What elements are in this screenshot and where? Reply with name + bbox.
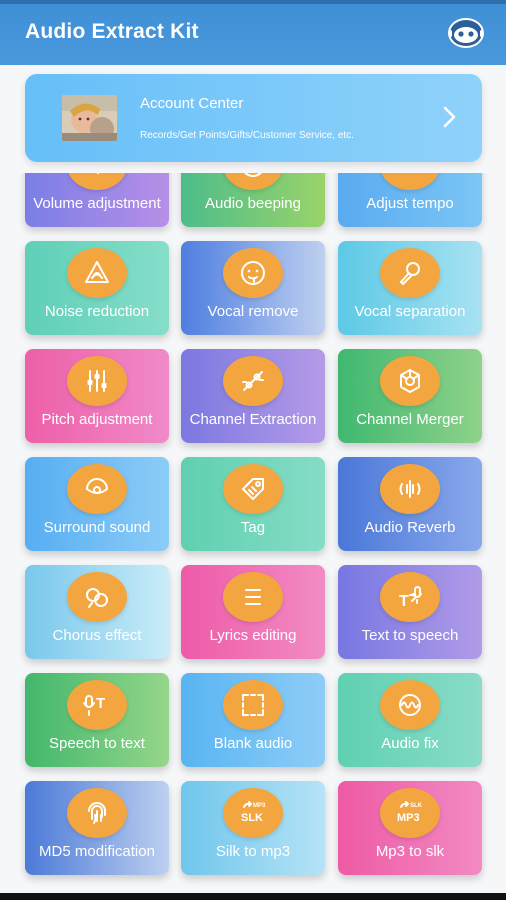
account-center-card[interactable]: Account Center Records/Get Points/Gifts/… — [25, 74, 482, 162]
tool-tile-blank-audio[interactable]: Blank audio — [181, 673, 325, 767]
tool-tile-label: Chorus effect — [52, 627, 142, 644]
app-title: Audio Extract Kit — [25, 20, 199, 43]
tool-tile-channel-extraction[interactable]: Channel Extraction — [181, 349, 325, 443]
channel-merge-icon — [380, 356, 440, 406]
tool-tile-label: Text to speech — [361, 627, 459, 644]
system-nav-bar — [0, 893, 506, 900]
tool-tile-volume-adjustment[interactable]: Volume adjustment — [25, 173, 169, 227]
svg-text:SLK: SLK — [241, 812, 263, 824]
svg-text:MP3: MP3 — [397, 812, 420, 824]
tool-tile-lyrics-editing[interactable]: Lyrics editing — [181, 565, 325, 659]
tools-grid-viewport[interactable]: Volume adjustment Audio beeping Adjust tem… — [0, 173, 506, 893]
sliders-icon — [67, 356, 127, 406]
channel-extract-icon — [223, 356, 283, 406]
beep-face-icon — [223, 173, 283, 190]
tool-tile-label: Audio beeping — [205, 195, 301, 212]
tool-tile-label: Adjust tempo — [366, 195, 454, 212]
tool-tile-label: Channel Extraction — [189, 411, 317, 428]
chevron-right-icon — [443, 106, 457, 128]
tool-tile-channel-merger[interactable]: Channel Merger — [338, 349, 482, 443]
tool-tile-label: Audio Reverb — [364, 519, 456, 536]
tool-tile-surround-sound[interactable]: Surround sound — [25, 457, 169, 551]
account-center-subtitle: Records/Get Points/Gifts/Customer Servic… — [140, 130, 354, 141]
noise-warning-icon — [67, 248, 127, 298]
tool-tile-label: Speech to text — [49, 735, 145, 752]
tool-tile-label: MD5 modification — [39, 843, 155, 860]
tool-tile-vocal-remove[interactable]: Vocal remove — [181, 241, 325, 335]
tool-tile-noise-reduction[interactable]: Noise reduction — [25, 241, 169, 335]
speech-to-text-icon: T — [67, 680, 127, 730]
tool-tile-adjust-tempo[interactable]: Adjust tempo — [338, 173, 482, 227]
silk-to-mp3-icon: MP3 SLK — [223, 788, 283, 838]
text-to-speech-icon: T — [380, 572, 440, 622]
lyrics-icon — [223, 572, 283, 622]
tool-tile-label: Channel Merger — [356, 411, 464, 428]
tool-tile-chorus-effect[interactable]: Chorus effect — [25, 565, 169, 659]
avatar — [62, 95, 117, 141]
tool-tile-label: Surround sound — [43, 519, 151, 536]
tool-tile-label: Tag — [240, 519, 266, 536]
tool-tile-audio-reverb[interactable]: Audio Reverb — [338, 457, 482, 551]
volume-icon — [67, 173, 127, 190]
svg-text:SLK: SLK — [410, 803, 423, 809]
microphone-icon — [380, 248, 440, 298]
tool-tile-label: Pitch adjustment — [41, 411, 153, 428]
tool-tile-text-to-speech[interactable]: T Text to speech — [338, 565, 482, 659]
app-bar: Audio Extract Kit — [0, 0, 506, 65]
tool-tile-audio-beeping[interactable]: Audio beeping — [181, 173, 325, 227]
tool-tile-audio-fix[interactable]: Audio fix — [338, 673, 482, 767]
status-strip — [0, 0, 506, 4]
tool-tile-tag[interactable]: Tag — [181, 457, 325, 551]
vocal-remove-face-icon — [223, 248, 283, 298]
chorus-icon — [67, 572, 127, 622]
tool-tile-speech-to-text[interactable]: T Speech to text — [25, 673, 169, 767]
tool-tile-pitch-adjustment[interactable]: Pitch adjustment — [25, 349, 169, 443]
mp3-to-slk-icon: SLK MP3 — [380, 788, 440, 838]
tool-tile-label: Mp3 to slk — [375, 843, 445, 860]
tool-tile-label: Noise reduction — [44, 303, 150, 320]
tool-tile-label: Blank audio — [213, 735, 293, 752]
tool-tile-label: Volume adjustment — [33, 195, 161, 212]
tool-tile-md5-modification[interactable]: MD5 modification — [25, 781, 169, 875]
tool-tile-label: Silk to mp3 — [215, 843, 291, 860]
tempo-icon — [380, 173, 440, 190]
main-content: Volume adjustment Audio beeping Adjust tem… — [0, 65, 506, 893]
fingerprint-icon — [67, 788, 127, 838]
tool-tile-label: Lyrics editing — [209, 627, 297, 644]
svg-text:T: T — [96, 695, 105, 712]
svg-text:T: T — [399, 593, 409, 610]
reverb-icon — [380, 464, 440, 514]
svg-text:MP3: MP3 — [253, 803, 266, 809]
surround-icon — [67, 464, 127, 514]
robot-avatar-icon[interactable] — [446, 16, 486, 50]
tool-tile-label: Vocal separation — [354, 303, 466, 320]
blank-audio-icon — [223, 680, 283, 730]
tool-tile-label: Vocal remove — [207, 303, 299, 320]
audio-fix-icon — [380, 680, 440, 730]
tool-tile-silk-to-mp3[interactable]: MP3 SLK Silk to mp3 — [181, 781, 325, 875]
tool-tile-label: Audio fix — [381, 735, 439, 752]
tag-icon — [223, 464, 283, 514]
tool-tile-mp3-to-slk[interactable]: SLK MP3 Mp3 to slk — [338, 781, 482, 875]
tool-tile-vocal-separation[interactable]: Vocal separation — [338, 241, 482, 335]
account-center-title: Account Center — [140, 95, 244, 112]
